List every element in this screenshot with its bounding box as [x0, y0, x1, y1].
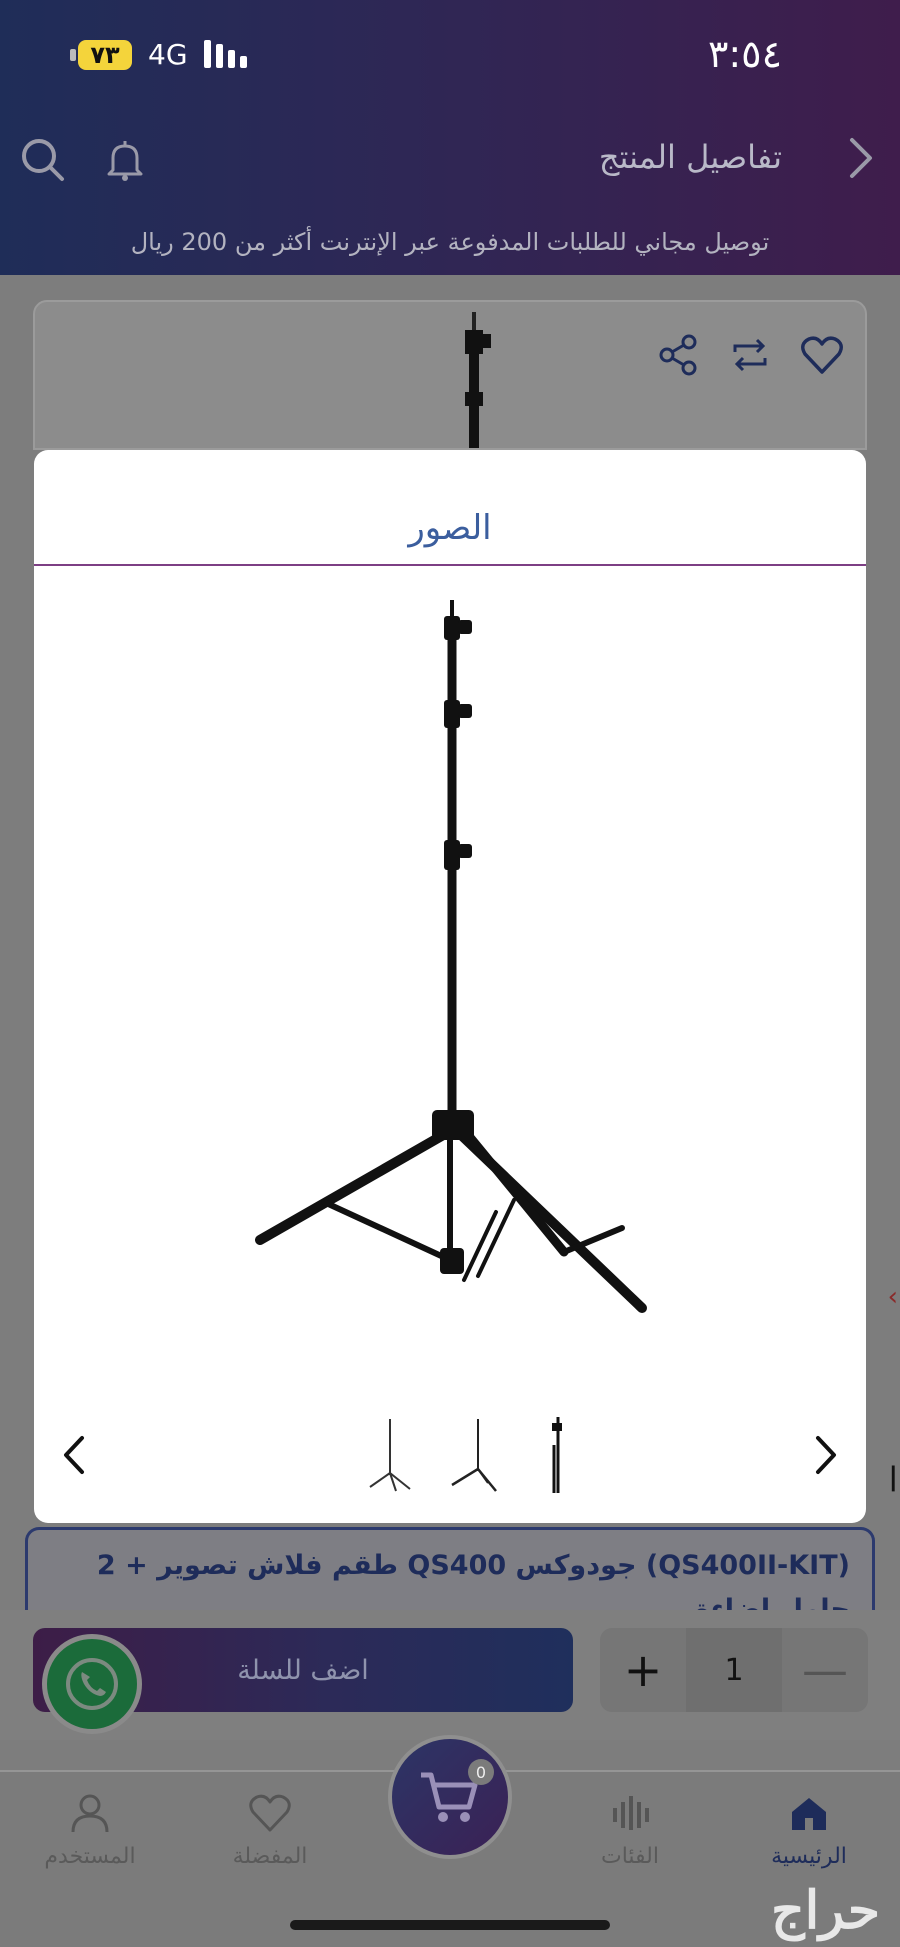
- heart-icon[interactable]: [799, 332, 845, 378]
- nav-home-label: الرئيسية: [771, 1844, 847, 1869]
- nav-user-label: المستخدم: [44, 1844, 136, 1869]
- nav-home[interactable]: الرئيسية: [734, 1790, 884, 1869]
- quantity-value: 1: [686, 1628, 782, 1712]
- network-type: 4G: [148, 38, 188, 71]
- nav-favorites[interactable]: المفضلة: [195, 1790, 345, 1869]
- share-icon[interactable]: [655, 332, 701, 378]
- top-nav: تفاصيل المنتج: [0, 130, 900, 190]
- nav-categories[interactable]: الفئات: [555, 1790, 705, 1869]
- product-image: [255, 600, 647, 1313]
- nav-categories-label: الفئات: [601, 1844, 659, 1869]
- search-icon[interactable]: [18, 134, 66, 184]
- quantity-increase-button[interactable]: +: [600, 1628, 686, 1712]
- status-time: ٣:٥٤: [707, 32, 782, 76]
- app-header: ٧٣ 4G ٣:٥٤ تفاصيل المنتج توصيل مجاني للط…: [0, 0, 900, 275]
- quantity-decrease-button[interactable]: —: [782, 1628, 868, 1712]
- cart-count-badge: 0: [468, 1759, 494, 1785]
- thumbnail-1[interactable]: [366, 1415, 418, 1495]
- modal-divider: [34, 564, 866, 566]
- image-gallery-modal: الصور: [34, 450, 866, 1523]
- page-title: تفاصيل المنتج: [598, 138, 782, 176]
- product-image-card: [33, 300, 867, 450]
- heart-icon: [249, 1794, 291, 1832]
- quantity-stepper: + 1 —: [600, 1628, 868, 1712]
- home-indicator[interactable]: [290, 1920, 610, 1930]
- status-bar: ٧٣ 4G ٣:٥٤: [0, 30, 900, 80]
- product-actions: [655, 332, 845, 378]
- signal-icon: [204, 40, 247, 68]
- edge-mark: |: [888, 1462, 899, 1492]
- chevron-right-icon[interactable]: [806, 1430, 846, 1480]
- battery-level: ٧٣: [78, 40, 132, 70]
- battery-indicator: ٧٣: [70, 40, 134, 70]
- image-thumbnails: [354, 1415, 594, 1495]
- whatsapp-icon: [66, 1658, 118, 1710]
- bell-icon[interactable]: [105, 138, 145, 182]
- home-icon: [792, 1798, 826, 1830]
- nav-favorites-label: المفضلة: [232, 1844, 308, 1869]
- cart-button[interactable]: 0: [388, 1735, 512, 1859]
- shipping-banner: توصيل مجاني للطلبات المدفوعة عبر الإنترن…: [130, 228, 770, 256]
- repeat-icon[interactable]: [727, 332, 773, 378]
- categories-icon: [613, 1796, 649, 1830]
- whatsapp-button[interactable]: [42, 1634, 142, 1734]
- chevron-left-icon[interactable]: [54, 1430, 94, 1480]
- nav-user[interactable]: المستخدم: [15, 1790, 165, 1869]
- thumbnail-3[interactable]: [530, 1415, 582, 1495]
- back-icon[interactable]: [840, 136, 880, 180]
- price-edge-mark: ‹: [887, 1282, 898, 1312]
- product-image-peek: [465, 312, 491, 448]
- watermark-logo: حراج: [771, 1880, 880, 1941]
- modal-title: الصور: [408, 508, 492, 548]
- thumbnail-2[interactable]: [448, 1415, 500, 1495]
- user-icon: [71, 1794, 109, 1833]
